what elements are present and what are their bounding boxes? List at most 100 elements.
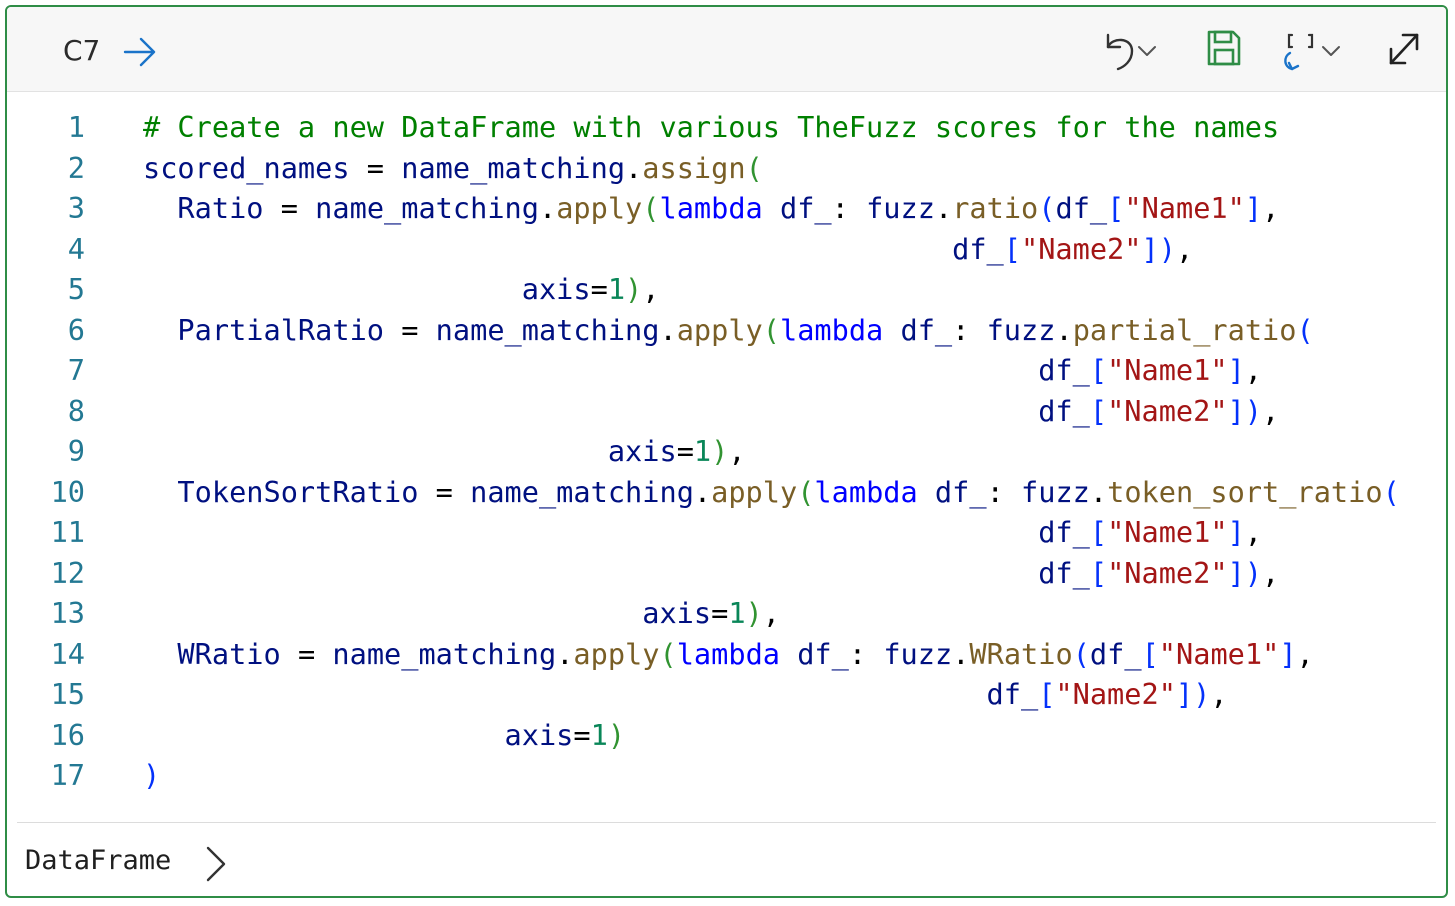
code-token: ( <box>1296 312 1314 347</box>
code-token: = <box>280 636 333 671</box>
code-token: [ <box>1089 515 1108 549</box>
code-text: ) <box>143 755 160 796</box>
code-token: [ <box>1089 393 1108 428</box>
code-token: df_ <box>952 231 1004 266</box>
code-token: "Name1" <box>1158 636 1280 671</box>
code-token: df_ <box>883 312 953 347</box>
code-token: ] <box>1227 515 1245 549</box>
cell-reference[interactable]: C7 <box>63 34 100 67</box>
code-token: ] <box>1227 353 1245 387</box>
code-line[interactable]: 14 WRatio = name_matching.apply(lambda d… <box>7 634 1446 675</box>
code-line[interactable]: 8 df_["Name2"]), <box>7 391 1446 432</box>
code-token: ] <box>1227 393 1245 428</box>
code-token: ] <box>1175 677 1194 711</box>
code-token: df_ <box>762 191 832 225</box>
code-token: lambda <box>779 312 884 347</box>
code-text: axis=1), <box>143 269 660 310</box>
code-token: , <box>1262 393 1280 428</box>
code-text: df_["Name2"]), <box>143 553 1279 594</box>
code-token: ) <box>745 596 763 630</box>
code-line[interactable]: 5 axis=1), <box>7 269 1446 310</box>
code-token: ) <box>143 758 161 792</box>
code-token: . <box>1089 474 1108 509</box>
code-token: name_matching <box>315 191 539 225</box>
code-editor[interactable]: 1 # Create a new DataFrame with various T… <box>7 107 1446 796</box>
code-token: TokenSortRatio <box>143 474 419 509</box>
code-line[interactable]: 12 df_["Name2"]), <box>7 553 1446 594</box>
code-token: . <box>556 636 574 671</box>
code-line[interactable]: 7 df_["Name1"], <box>7 350 1446 391</box>
line-number: 14 <box>50 636 85 671</box>
code-line[interactable]: 10 TokenSortRatio = name_matching.apply(… <box>7 472 1446 513</box>
code-token: axis <box>642 596 712 630</box>
chevron-right-icon[interactable] <box>200 843 230 889</box>
undo-button[interactable] <box>1102 29 1158 73</box>
code-token: df_ <box>1038 515 1090 549</box>
code-line[interactable]: 13 axis=1), <box>7 593 1446 634</box>
code-line[interactable]: 11 df_["Name1"], <box>7 512 1446 553</box>
line-number: 3 <box>67 191 85 225</box>
code-token: = <box>418 474 471 509</box>
code-token: . <box>693 474 712 509</box>
code-token: = <box>263 191 316 225</box>
code-token: fuzz <box>866 191 935 225</box>
code-token: ( <box>1038 191 1056 225</box>
code-text: PartialRatio = name_matching.apply(lambd… <box>143 310 1314 351</box>
code-line[interactable]: 17) <box>7 755 1446 796</box>
code-token: apply <box>573 636 660 671</box>
code-token: , <box>1244 515 1263 549</box>
arrow-right-icon[interactable] <box>121 33 159 75</box>
code-token: "Name1" <box>1124 191 1245 225</box>
footer-divider <box>17 822 1436 823</box>
code-line[interactable]: 3 Ratio = name_matching.apply(lambda df_… <box>7 188 1446 229</box>
line-number: 2 <box>67 150 85 185</box>
expand-button[interactable] <box>1385 29 1423 69</box>
code-token: axis <box>521 272 591 306</box>
code-token: ( <box>642 191 660 225</box>
code-line[interactable]: 1 # Create a new DataFrame with various T… <box>7 107 1446 148</box>
code-token: axis <box>607 434 677 468</box>
code-token: . <box>952 636 970 671</box>
refresh-options-button[interactable] <box>1280 29 1342 73</box>
code-token: df_ <box>1038 353 1090 387</box>
code-line[interactable]: 2 scored_names = name_matching.assign( <box>7 148 1446 189</box>
code-text: df_["Name1"], <box>143 350 1262 391</box>
code-line[interactable]: 15 df_["Name2"]), <box>7 674 1446 715</box>
code-token: lambda <box>659 191 763 225</box>
save-button[interactable] <box>1206 29 1242 67</box>
code-token: assign <box>642 150 746 185</box>
code-token: , <box>1175 231 1194 266</box>
code-line[interactable]: 9 axis=1), <box>7 431 1446 472</box>
code-token: apply <box>711 474 798 509</box>
code-token: fuzz <box>883 636 953 671</box>
code-token: [ <box>1107 191 1125 225</box>
code-line[interactable]: 16 axis=1) <box>7 715 1446 756</box>
code-token: df_ <box>780 636 849 671</box>
code-token: : <box>952 312 987 347</box>
code-line[interactable]: 4 df_["Name2"]), <box>7 229 1446 270</box>
code-token: . <box>625 150 643 185</box>
code-text: df_["Name2"]), <box>143 674 1228 715</box>
code-line[interactable]: 6 PartialRatio = name_matching.apply(lam… <box>7 310 1446 351</box>
code-token: = <box>573 717 591 752</box>
code-token: = <box>590 272 608 306</box>
code-token: "Name2" <box>1107 393 1228 428</box>
code-text: axis=1), <box>143 593 780 634</box>
code-token: , <box>1210 677 1228 711</box>
output-type-label[interactable]: DataFrame <box>25 845 171 876</box>
code-token: [ <box>1141 636 1159 671</box>
code-token: apply <box>556 191 643 225</box>
code-token: : <box>831 191 867 225</box>
code-token: "Name2" <box>1107 555 1228 590</box>
expand-icon <box>1385 29 1423 69</box>
code-token: [ <box>1089 555 1108 590</box>
code-token: ] <box>1227 555 1245 590</box>
code-text: df_["Name2"]), <box>143 229 1193 270</box>
chevron-down-icon <box>1320 40 1342 62</box>
code-token: [ <box>1038 677 1056 711</box>
